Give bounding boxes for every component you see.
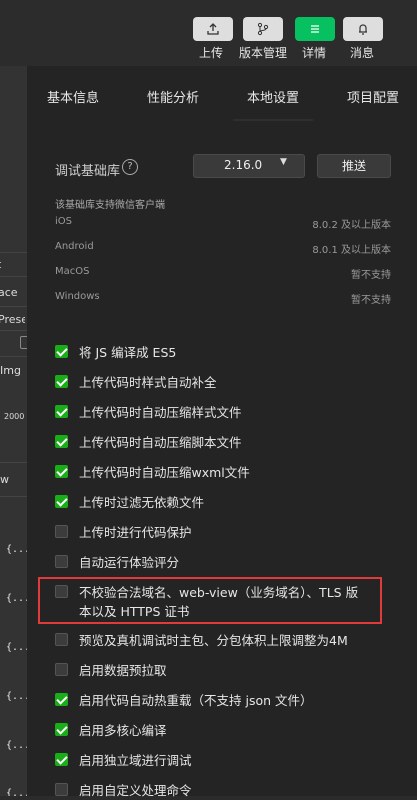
option-label: 上传代码时自动压缩样式文件 [79,405,242,420]
option-label: 启用独立域进行调试 [79,753,192,768]
tab-bar: 基本信息 性能分析 本地设置 项目配置 [27,66,417,128]
left-fragment: Prese [0,313,25,326]
divider [0,496,27,497]
highlight-box [38,577,382,624]
option-checkbox[interactable] [55,525,68,538]
settings-panel: 基本信息 性能分析 本地设置 项目配置 调试基础库 ? 2.16.0 ▼ 推送 … [27,66,417,798]
os-name: MacOS [55,266,90,277]
option-checkbox[interactable] [55,495,68,508]
version-management-button[interactable] [243,17,283,41]
left-editor-pane: t ace Prese Img 2000 w {... {... {... {.… [0,66,27,796]
divider [0,330,27,331]
code-brace: {... [6,593,27,604]
option-label: 上传时过滤无依赖文件 [79,495,205,510]
option-checkbox[interactable] [55,753,68,766]
bell-icon [359,24,367,35]
divider [0,356,27,357]
option-checkbox[interactable] [55,633,68,646]
option-label: 将 JS 编译成 ES5 [79,345,177,360]
option-checkbox[interactable] [55,345,68,358]
active-tab-underline [233,119,313,121]
os-status: 暂不支持 [351,270,391,281]
support-row: Android 8.0.1 及以上版本 [55,241,391,261]
code-brace: {... [6,691,27,702]
code-brace: {... [6,544,27,555]
code-brace: {... [6,740,27,751]
left-fragment: ace [0,286,18,299]
tab-performance[interactable]: 性能分析 [147,87,199,106]
library-version-select[interactable]: 2.16.0 ▼ [193,154,305,178]
os-name: Windows [55,291,100,302]
debug-library-label: 调试基础库 [55,164,121,179]
messages-label: 消息 [350,46,375,60]
code-brace: {... [6,642,27,653]
details-label: 详情 [302,46,327,60]
upload-label: 上传 [199,46,224,60]
support-title: 该基础库支持微信客户端 [55,200,165,211]
messages-button[interactable] [343,17,383,41]
details-button[interactable] [295,17,335,41]
option-checkbox[interactable] [55,723,68,736]
top-toolbar: 上传 版本管理 详情 消息 [0,0,417,67]
version-branch-icon [257,22,269,36]
option-label: 启用多核心编译 [79,723,167,738]
option-checkbox[interactable] [55,663,68,676]
upload-icon [207,23,219,35]
option-label: 启用代码自动热重载（不支持 json 文件） [79,693,313,708]
option-label: 启用数据预拉取 [79,663,167,678]
os-status: 8.0.2 及以上版本 [312,220,391,231]
details-menu-icon [311,25,319,33]
help-icon[interactable]: ? [122,159,138,175]
support-row: MacOS 暂不支持 [55,266,391,286]
version-value: 2.16.0 [224,158,263,172]
option-checkbox[interactable] [55,375,68,388]
option-checkbox[interactable] [55,693,68,706]
option-label: 上传时进行代码保护 [79,525,192,540]
option-checkbox[interactable] [55,465,68,478]
option-label: 启用自定义处理命令 [79,783,192,798]
checkbox-fragment[interactable] [20,336,27,349]
option-label: 上传代码时样式自动补全 [79,375,217,390]
left-fragment: Img [0,364,21,377]
option-checkbox[interactable] [55,405,68,418]
push-button[interactable]: 推送 [317,154,391,178]
caret-down-icon: ▼ [280,157,287,167]
divider [0,462,27,463]
option-label: 自动运行体验评分 [79,555,180,570]
upload-button[interactable] [193,17,233,41]
option-checkbox[interactable] [55,783,68,796]
divider [0,306,27,307]
option-label: 上传代码时自动压缩脚本文件 [79,435,242,450]
option-label: 上传代码时自动压缩wxml文件 [79,465,250,480]
os-status: 暂不支持 [351,295,391,306]
os-name: iOS [55,216,72,227]
divider [0,252,27,253]
tab-basic-info[interactable]: 基本信息 [47,87,99,106]
left-fragment: t [0,258,24,271]
divider [0,276,27,277]
os-status: 8.0.1 及以上版本 [312,245,391,256]
left-fragment: 2000 [4,412,25,421]
os-name: Android [55,241,94,252]
option-label: 预览及真机调试时主包、分包体积上限调整为4M [79,633,348,648]
tab-project-config[interactable]: 项目配置 [347,87,399,106]
version-management-label: 版本管理 [239,46,288,60]
left-fragment: w [0,473,9,486]
support-row: Windows 暂不支持 [55,291,391,311]
code-brace: {... [6,788,27,796]
tab-local-settings[interactable]: 本地设置 [247,87,299,106]
support-row: iOS 8.0.2 及以上版本 [55,216,391,236]
option-checkbox[interactable] [55,435,68,448]
option-checkbox[interactable] [55,555,68,568]
